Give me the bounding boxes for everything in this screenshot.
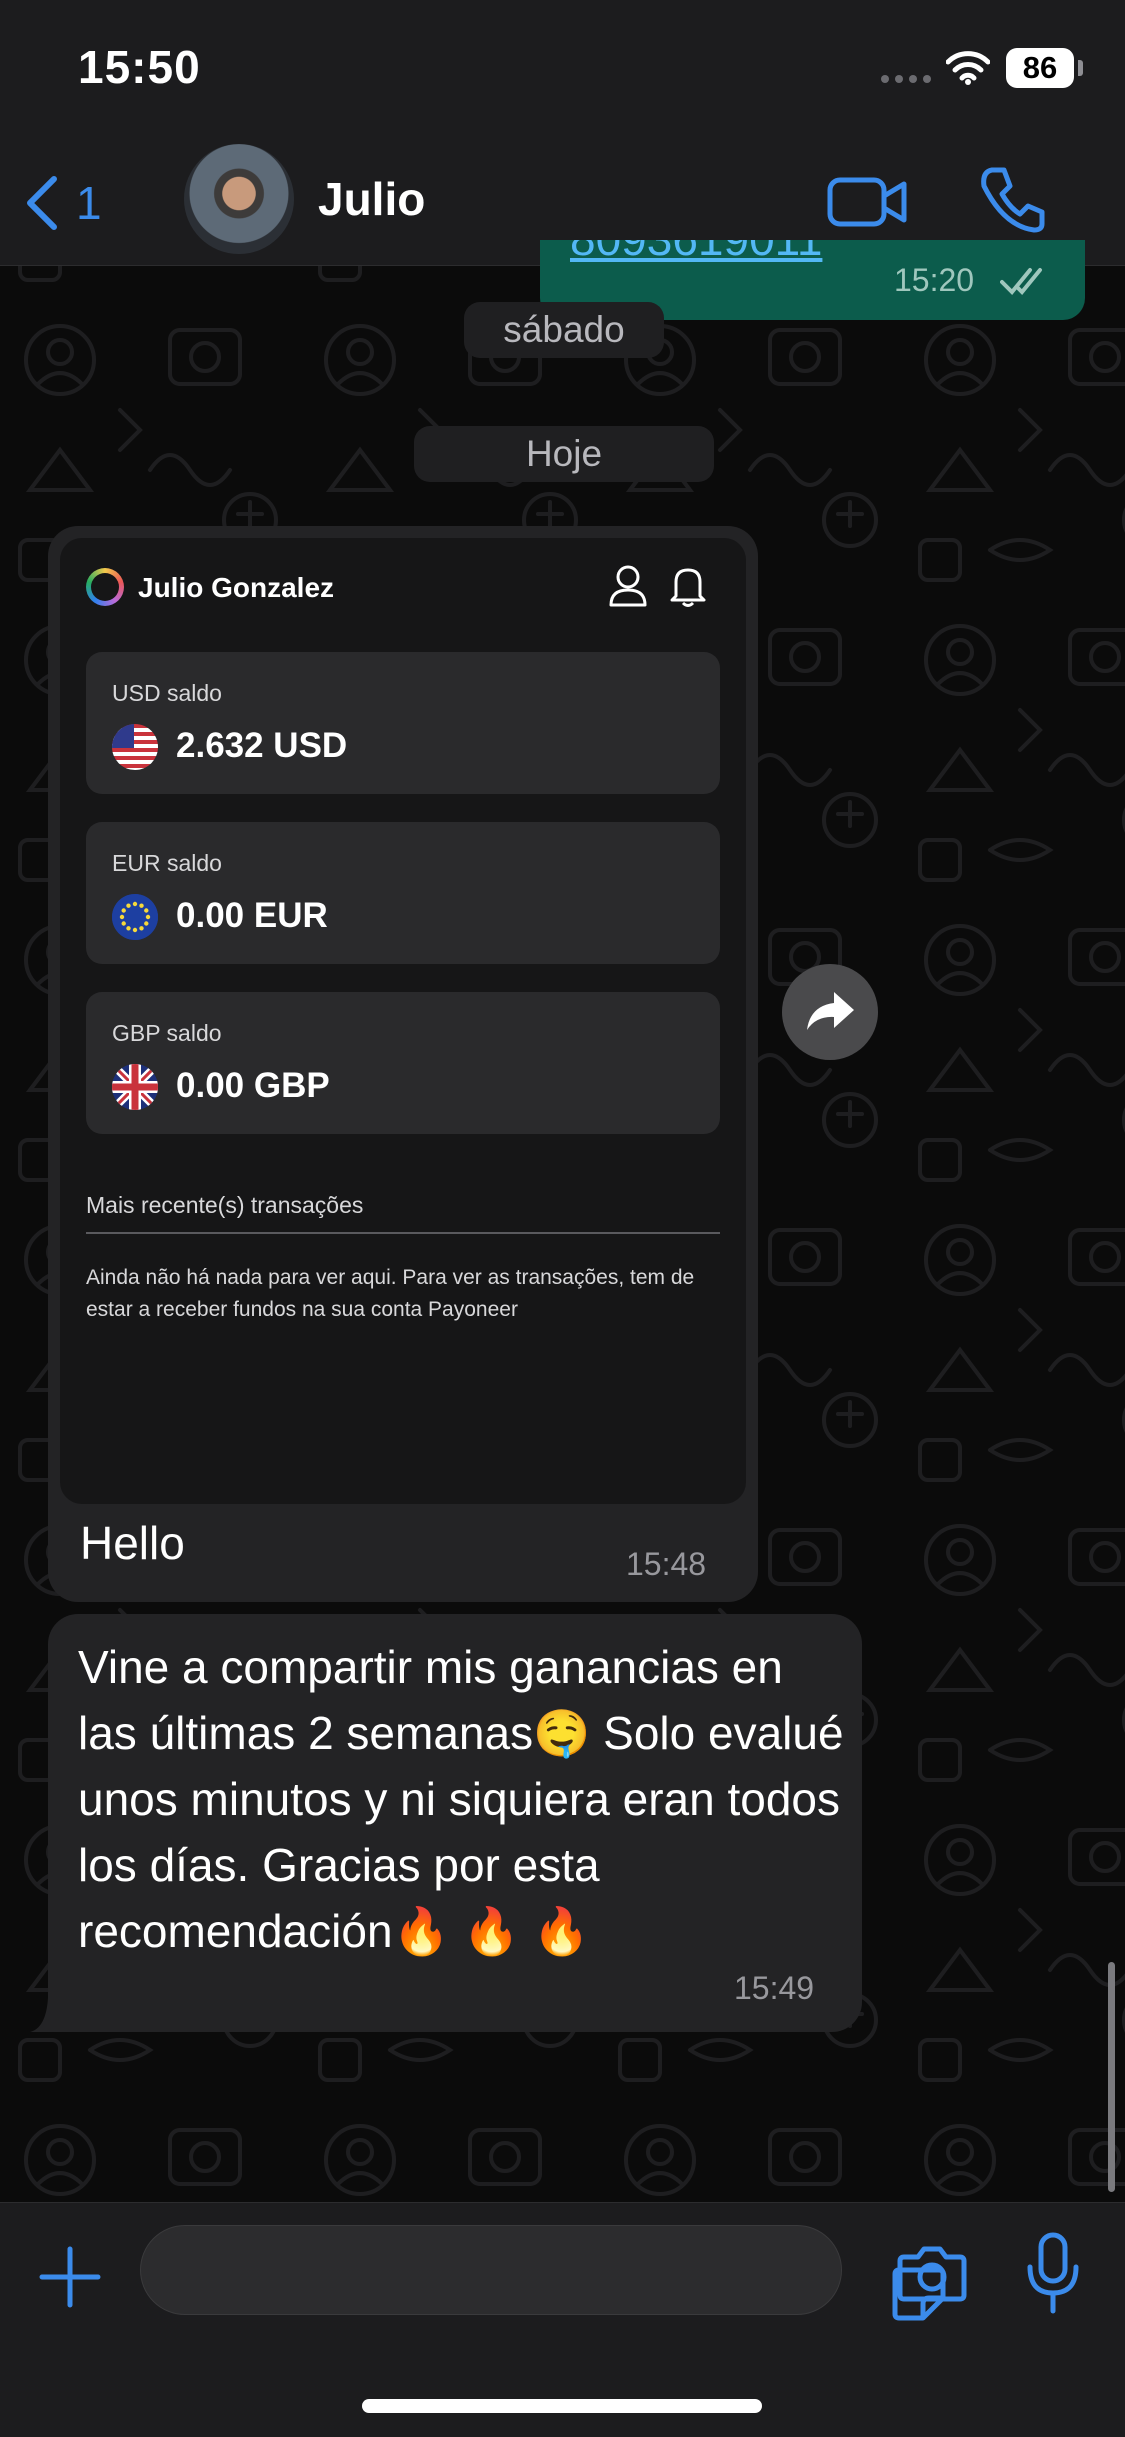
message-time: 15:20	[894, 262, 975, 298]
transactions-empty-state: Ainda não há nada para ver aqui. Para ve…	[86, 1266, 695, 1321]
microphone-icon[interactable]	[1024, 2231, 1082, 2315]
message-input[interactable]	[140, 2225, 946, 2321]
message-caption: Hello	[80, 1517, 185, 1569]
status-bar: 15:50 86	[0, 0, 1125, 140]
unread-count: 1	[76, 177, 102, 229]
balance-label: GBP saldo	[112, 1020, 222, 1046]
balance-amount: 0.00 GBP	[176, 1066, 330, 1105]
attach-plus-icon[interactable]	[36, 2243, 104, 2311]
usd-balance-card: USD saldo 2.632 USD	[86, 652, 720, 794]
us-flag-icon	[112, 724, 158, 770]
shared-screenshot[interactable]: Julio Gonzalez USD saldo 2.632 USD EUR s…	[60, 538, 746, 1504]
date-separator-sabado: sábado	[464, 302, 664, 358]
transactions-title: Mais recente(s) transações	[86, 1192, 364, 1218]
eu-flag-icon	[112, 894, 158, 940]
message-time: 15:49	[734, 1970, 815, 2006]
message-text: Vine a compartir mis ganancias en las úl…	[78, 1641, 844, 1957]
contact-name[interactable]: Julio	[318, 172, 425, 226]
avatar[interactable]	[184, 144, 294, 254]
home-indicator	[362, 2399, 762, 2413]
chevron-left-icon	[27, 176, 57, 230]
balance-amount: 0.00 EUR	[176, 896, 328, 935]
balance-amount: 2.632 USD	[176, 726, 348, 765]
read-ticks-icon	[1000, 268, 1042, 295]
message-input-bar	[0, 2202, 1125, 2437]
account-owner-name: Julio Gonzalez	[138, 572, 335, 603]
phone-link[interactable]: 8093619011	[570, 240, 822, 266]
bell-icon	[670, 568, 706, 607]
divider	[86, 1232, 720, 1234]
date-separator-hoje: Hoje	[414, 426, 714, 482]
balance-label: EUR saldo	[112, 850, 222, 876]
message-time: 15:48	[626, 1546, 707, 1582]
balance-label: USD saldo	[112, 680, 222, 706]
battery-icon: 86	[1006, 48, 1074, 88]
image-message-bubble[interactable]: Julio Gonzalez USD saldo 2.632 USD EUR s…	[48, 526, 758, 1602]
payoneer-logo-icon	[86, 568, 124, 606]
status-time: 15:50	[78, 41, 201, 93]
phone-call-icon[interactable]	[976, 164, 1048, 236]
battery-nub	[1078, 60, 1083, 76]
text-message-bubble[interactable]: Vine a compartir mis ganancias en las úl…	[48, 1614, 862, 2032]
video-call-icon[interactable]	[826, 166, 910, 236]
bubble-tail	[30, 1998, 70, 2032]
forward-button[interactable]	[782, 964, 878, 1060]
camera-icon[interactable]	[896, 2243, 968, 2303]
cellular-signal-icon	[881, 75, 931, 83]
gbp-balance-card: GBP saldo 0.00 GBP	[86, 992, 720, 1134]
eur-balance-card: EUR saldo 0.00 EUR	[86, 822, 720, 964]
back-button[interactable]: 1	[22, 168, 142, 238]
scrollbar[interactable]	[1108, 1962, 1115, 2192]
user-icon	[609, 565, 647, 607]
gb-flag-icon	[112, 1064, 158, 1110]
forward-arrow-icon	[807, 992, 854, 1030]
wifi-icon	[946, 51, 990, 85]
